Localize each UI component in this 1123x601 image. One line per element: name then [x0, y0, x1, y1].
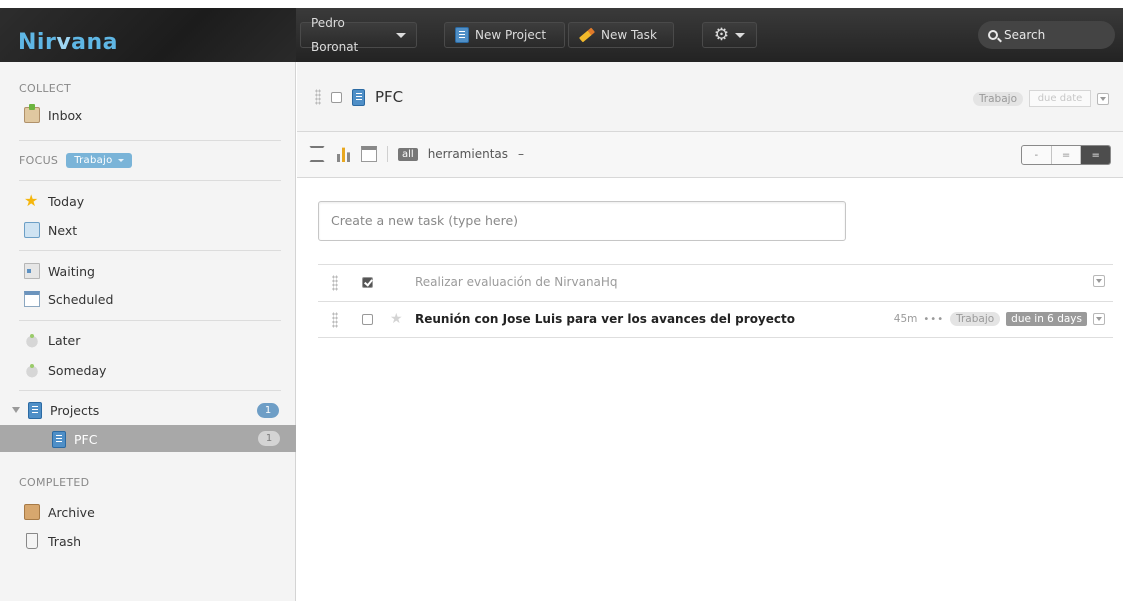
divider: [387, 146, 388, 162]
view-compact-option[interactable]: -: [1022, 146, 1052, 164]
user-menu-button[interactable]: Pedro Boronat: [300, 16, 417, 54]
all-tags-filter[interactable]: all: [398, 147, 418, 161]
project-header: PFC Trabajo due date: [297, 62, 1123, 132]
archive-icon: [24, 504, 40, 520]
logo-area: Nirvana: [0, 8, 296, 62]
project-header-left: PFC: [315, 88, 403, 106]
drag-handle-icon[interactable]: [315, 89, 321, 105]
sidebar: COLLECT Inbox FOCUS Trabajo ★ Today Next…: [0, 62, 296, 601]
view-density-toggle: - = =: [1021, 145, 1111, 165]
section-completed: COMPLETED: [19, 476, 90, 489]
chevron-down-icon: [735, 32, 746, 38]
waiting-icon: [24, 263, 40, 279]
sidebar-item-project-pfc[interactable]: PFC 1: [0, 425, 296, 452]
project-icon: [352, 88, 365, 106]
task-options-dropdown-icon[interactable]: [1093, 275, 1105, 287]
project-icon: [52, 430, 66, 448]
tag-filter-dash: –: [518, 147, 525, 161]
project-header-right: Trabajo due date: [972, 90, 1109, 107]
star-icon: ★: [24, 191, 39, 210]
new-task-button[interactable]: New Task: [568, 22, 674, 48]
task-row[interactable]: Realizar evaluación de NirvanaHq: [318, 264, 1113, 301]
project-options-dropdown-icon[interactable]: [1097, 92, 1109, 105]
task-energy-dots[interactable]: •••: [923, 314, 944, 325]
calendar-icon[interactable]: [361, 146, 377, 162]
energy-bars-icon[interactable]: [335, 147, 351, 162]
sidebar-item-waiting[interactable]: Waiting: [24, 260, 95, 282]
new-task-input[interactable]: Create a new task (type here): [318, 201, 846, 241]
chevron-down-icon: [117, 159, 124, 162]
project-tag[interactable]: Trabajo: [972, 91, 1023, 106]
project-icon: [455, 27, 469, 43]
view-expanded-option[interactable]: =: [1081, 146, 1110, 164]
task-meta: 45m ••• Trabajo due in 6 days: [894, 312, 1105, 326]
sidebar-item-later[interactable]: Later: [24, 329, 80, 351]
due-date-field[interactable]: due date: [1029, 90, 1091, 107]
task-options-dropdown-icon[interactable]: [1093, 313, 1105, 325]
divider: [19, 250, 281, 251]
focus-selector[interactable]: Trabajo: [66, 153, 132, 168]
expand-triangle-icon[interactable]: [12, 407, 20, 413]
sidebar-item-scheduled[interactable]: Scheduled: [24, 288, 113, 310]
project-pfc-item: PFC: [52, 428, 97, 450]
task-tag[interactable]: Trabajo: [950, 312, 1001, 326]
task-list: Realizar evaluación de NirvanaHq ★ Reuni…: [318, 264, 1113, 338]
sidebar-item-next[interactable]: Next: [24, 219, 77, 241]
settings-menu-button[interactable]: ⚙: [702, 22, 757, 48]
task-due-badge[interactable]: due in 6 days: [1006, 312, 1087, 326]
project-title[interactable]: PFC: [375, 88, 403, 106]
app-logo[interactable]: Nirvana: [18, 30, 118, 55]
main-panel: PFC Trabajo due date all herramientas – …: [297, 62, 1123, 601]
pencil-icon: [578, 27, 596, 43]
divider: [19, 390, 281, 391]
task-title[interactable]: Reunión con Jose Luis para ver los avanc…: [415, 312, 795, 326]
task-checkbox[interactable]: [362, 277, 373, 288]
search-icon: [988, 30, 998, 40]
sidebar-item-today[interactable]: ★ Today: [24, 190, 84, 212]
filter-controls: all herramientas –: [309, 146, 524, 162]
divider: [19, 320, 281, 321]
project-pfc-count-badge: 1: [258, 431, 280, 446]
gear-icon: ⚙: [713, 25, 730, 45]
task-checkbox[interactable]: [362, 314, 373, 325]
star-icon[interactable]: ★: [390, 311, 403, 327]
sidebar-item-projects[interactable]: Projects: [12, 399, 99, 421]
next-icon: [24, 222, 40, 238]
section-focus: FOCUS Trabajo: [19, 153, 132, 168]
chevron-down-icon: [396, 32, 406, 38]
drag-handle-icon[interactable]: [332, 312, 338, 328]
search-label: Search: [1004, 28, 1046, 42]
someday-icon: [24, 362, 40, 378]
calendar-icon: [24, 291, 40, 307]
new-project-button[interactable]: New Project: [444, 22, 565, 48]
search-box[interactable]: Search: [978, 21, 1115, 49]
sidebar-item-trash[interactable]: Trash: [24, 530, 81, 552]
project-checkbox[interactable]: [331, 91, 342, 103]
sidebar-item-inbox[interactable]: Inbox: [24, 104, 82, 126]
inbox-icon: [24, 104, 40, 123]
divider: [19, 140, 281, 141]
task-time-estimate[interactable]: 45m: [894, 313, 918, 325]
project-icon: [28, 401, 42, 419]
projects-count-badge: 1: [257, 403, 279, 418]
user-name: Pedro Boronat: [311, 16, 359, 54]
filter-bar: all herramientas – - = =: [297, 132, 1123, 178]
drag-handle-icon[interactable]: [332, 275, 338, 291]
section-collect: COLLECT: [19, 82, 72, 95]
view-normal-option[interactable]: =: [1052, 146, 1082, 164]
trash-icon: [26, 533, 38, 549]
task-row[interactable]: ★ Reunión con Jose Luis para ver los ava…: [318, 301, 1113, 338]
task-meta: [1093, 275, 1105, 287]
hourglass-icon[interactable]: [309, 146, 325, 162]
task-title[interactable]: Realizar evaluación de NirvanaHq: [415, 275, 618, 289]
tag-filter-text[interactable]: herramientas: [428, 147, 508, 161]
divider: [19, 180, 281, 181]
sidebar-item-archive[interactable]: Archive: [24, 501, 95, 523]
sidebar-item-someday[interactable]: Someday: [24, 359, 106, 381]
top-bar: Nirvana Pedro Boronat New Project New Ta…: [0, 0, 1123, 62]
later-icon: [24, 332, 40, 348]
